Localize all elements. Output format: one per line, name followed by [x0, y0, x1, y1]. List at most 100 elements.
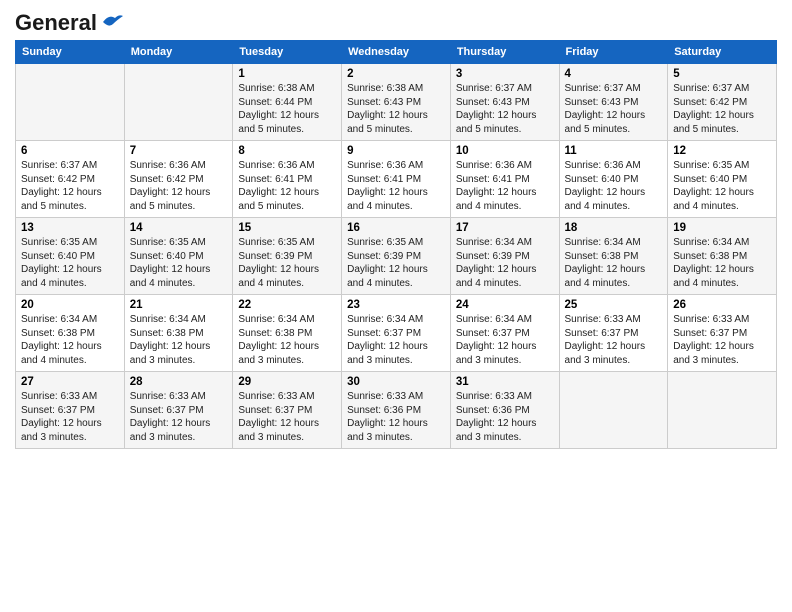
day-number: 17 — [456, 222, 554, 234]
calendar-cell: 1 Sunrise: 6:38 AMSunset: 6:44 PMDaylight… — [233, 64, 342, 141]
calendar-cell: 28 Sunrise: 6:33 AMSunset: 6:37 PMDayligh… — [124, 372, 233, 449]
day-info: Sunrise: 6:34 AMSunset: 6:37 PMDaylight:… — [347, 313, 445, 367]
day-number: 28 — [130, 376, 228, 388]
day-info: Sunrise: 6:33 AMSunset: 6:37 PMDaylight:… — [238, 390, 336, 444]
day-number: 6 — [21, 145, 119, 157]
day-number: 15 — [238, 222, 336, 234]
day-info: Sunrise: 6:35 AMSunset: 6:40 PMDaylight:… — [130, 236, 228, 290]
calendar-cell — [124, 64, 233, 141]
day-number: 22 — [238, 299, 336, 311]
day-number: 7 — [130, 145, 228, 157]
day-number: 14 — [130, 222, 228, 234]
calendar-week-1: 1 Sunrise: 6:38 AMSunset: 6:44 PMDaylight… — [16, 64, 777, 141]
day-info: Sunrise: 6:37 AMSunset: 6:42 PMDaylight:… — [21, 159, 119, 213]
day-number: 30 — [347, 376, 445, 388]
logo-bird-icon — [101, 12, 123, 30]
header: General — [15, 10, 777, 32]
day-info: Sunrise: 6:36 AMSunset: 6:41 PMDaylight:… — [456, 159, 554, 213]
day-info: Sunrise: 6:33 AMSunset: 6:36 PMDaylight:… — [456, 390, 554, 444]
day-info: Sunrise: 6:36 AMSunset: 6:42 PMDaylight:… — [130, 159, 228, 213]
day-number: 12 — [673, 145, 771, 157]
day-info: Sunrise: 6:37 AMSunset: 6:42 PMDaylight:… — [673, 82, 771, 136]
logo-general-text: General — [15, 10, 97, 36]
calendar-cell — [668, 372, 777, 449]
calendar-cell: 11 Sunrise: 6:36 AMSunset: 6:40 PMDayligh… — [559, 141, 668, 218]
calendar-cell: 19Sunrise: 6:34 AMSunset: 6:38 PMDayligh… — [668, 218, 777, 295]
day-number: 11 — [565, 145, 663, 157]
calendar-cell: 14 Sunrise: 6:35 AMSunset: 6:40 PMDayligh… — [124, 218, 233, 295]
day-number: 2 — [347, 68, 445, 80]
day-number: 3 — [456, 68, 554, 80]
day-number: 21 — [130, 299, 228, 311]
day-info: Sunrise: 6:34 AMSunset: 6:38 PMDaylight:… — [673, 236, 771, 290]
day-info: Sunrise: 6:38 AMSunset: 6:44 PMDaylight:… — [238, 82, 336, 136]
col-header-tuesday: Tuesday — [233, 41, 342, 64]
day-number: 4 — [565, 68, 663, 80]
day-info: Sunrise: 6:33 AMSunset: 6:37 PMDaylight:… — [673, 313, 771, 367]
calendar-cell — [16, 64, 125, 141]
calendar-week-2: 6 Sunrise: 6:37 AMSunset: 6:42 PMDaylight… — [16, 141, 777, 218]
calendar-cell: 3Sunrise: 6:37 AMSunset: 6:43 PMDaylight… — [450, 64, 559, 141]
col-header-sunday: Sunday — [16, 41, 125, 64]
day-number: 26 — [673, 299, 771, 311]
day-info: Sunrise: 6:35 AMSunset: 6:40 PMDaylight:… — [673, 159, 771, 213]
col-header-saturday: Saturday — [668, 41, 777, 64]
day-info: Sunrise: 6:33 AMSunset: 6:37 PMDaylight:… — [565, 313, 663, 367]
calendar-cell: 4 Sunrise: 6:37 AMSunset: 6:43 PMDaylight… — [559, 64, 668, 141]
day-info: Sunrise: 6:33 AMSunset: 6:37 PMDaylight:… — [130, 390, 228, 444]
day-info: Sunrise: 6:33 AMSunset: 6:37 PMDaylight:… — [21, 390, 119, 444]
day-number: 31 — [456, 376, 554, 388]
day-info: Sunrise: 6:36 AMSunset: 6:41 PMDaylight:… — [347, 159, 445, 213]
logo-line: General — [15, 10, 123, 36]
day-number: 5 — [673, 68, 771, 80]
day-info: Sunrise: 6:37 AMSunset: 6:43 PMDaylight:… — [565, 82, 663, 136]
calendar-cell: 23Sunrise: 6:34 AMSunset: 6:37 PMDayligh… — [342, 295, 451, 372]
day-number: 27 — [21, 376, 119, 388]
calendar-cell: 17Sunrise: 6:34 AMSunset: 6:39 PMDayligh… — [450, 218, 559, 295]
calendar-cell: 21Sunrise: 6:34 AMSunset: 6:38 PMDayligh… — [124, 295, 233, 372]
day-number: 18 — [565, 222, 663, 234]
calendar-cell: 5 Sunrise: 6:37 AMSunset: 6:42 PMDaylight… — [668, 64, 777, 141]
logo: General — [15, 10, 123, 32]
day-info: Sunrise: 6:33 AMSunset: 6:36 PMDaylight:… — [347, 390, 445, 444]
day-info: Sunrise: 6:36 AMSunset: 6:41 PMDaylight:… — [238, 159, 336, 213]
calendar-cell: 13Sunrise: 6:35 AMSunset: 6:40 PMDayligh… — [16, 218, 125, 295]
day-info: Sunrise: 6:34 AMSunset: 6:37 PMDaylight:… — [456, 313, 554, 367]
day-info: Sunrise: 6:34 AMSunset: 6:38 PMDaylight:… — [238, 313, 336, 367]
day-info: Sunrise: 6:34 AMSunset: 6:38 PMDaylight:… — [565, 236, 663, 290]
calendar-cell: 7 Sunrise: 6:36 AMSunset: 6:42 PMDaylight… — [124, 141, 233, 218]
day-info: Sunrise: 6:38 AMSunset: 6:43 PMDaylight:… — [347, 82, 445, 136]
day-info: Sunrise: 6:34 AMSunset: 6:38 PMDaylight:… — [21, 313, 119, 367]
day-number: 1 — [238, 68, 336, 80]
calendar-week-4: 20 Sunrise: 6:34 AMSunset: 6:38 PMDayligh… — [16, 295, 777, 372]
day-number: 9 — [347, 145, 445, 157]
calendar-cell: 12 Sunrise: 6:35 AMSunset: 6:40 PMDayligh… — [668, 141, 777, 218]
calendar-cell: 20 Sunrise: 6:34 AMSunset: 6:38 PMDayligh… — [16, 295, 125, 372]
day-info: Sunrise: 6:36 AMSunset: 6:40 PMDaylight:… — [565, 159, 663, 213]
day-number: 20 — [21, 299, 119, 311]
calendar-cell: 30 Sunrise: 6:33 AMSunset: 6:36 PMDayligh… — [342, 372, 451, 449]
calendar-cell: 31 Sunrise: 6:33 AMSunset: 6:36 PMDayligh… — [450, 372, 559, 449]
col-header-thursday: Thursday — [450, 41, 559, 64]
calendar-cell — [559, 372, 668, 449]
calendar-cell: 18 Sunrise: 6:34 AMSunset: 6:38 PMDayligh… — [559, 218, 668, 295]
calendar-cell: 24Sunrise: 6:34 AMSunset: 6:37 PMDayligh… — [450, 295, 559, 372]
col-header-friday: Friday — [559, 41, 668, 64]
calendar-cell: 27 Sunrise: 6:33 AMSunset: 6:37 PMDayligh… — [16, 372, 125, 449]
calendar-cell: 25Sunrise: 6:33 AMSunset: 6:37 PMDayligh… — [559, 295, 668, 372]
calendar-cell: 2 Sunrise: 6:38 AMSunset: 6:43 PMDaylight… — [342, 64, 451, 141]
calendar-week-3: 13Sunrise: 6:35 AMSunset: 6:40 PMDayligh… — [16, 218, 777, 295]
day-info: Sunrise: 6:35 AMSunset: 6:39 PMDaylight:… — [238, 236, 336, 290]
day-number: 16 — [347, 222, 445, 234]
page: General SundayMondayTuesdayWednesdayThur… — [0, 0, 792, 612]
calendar-table: SundayMondayTuesdayWednesdayThursdayFrid… — [15, 40, 777, 449]
calendar-header-row: SundayMondayTuesdayWednesdayThursdayFrid… — [16, 41, 777, 64]
day-info: Sunrise: 6:35 AMSunset: 6:40 PMDaylight:… — [21, 236, 119, 290]
calendar-week-5: 27 Sunrise: 6:33 AMSunset: 6:37 PMDayligh… — [16, 372, 777, 449]
day-number: 29 — [238, 376, 336, 388]
calendar-cell: 22 Sunrise: 6:34 AMSunset: 6:38 PMDayligh… — [233, 295, 342, 372]
calendar-cell: 26 Sunrise: 6:33 AMSunset: 6:37 PMDayligh… — [668, 295, 777, 372]
calendar-cell: 8 Sunrise: 6:36 AMSunset: 6:41 PMDaylight… — [233, 141, 342, 218]
calendar-cell: 9 Sunrise: 6:36 AMSunset: 6:41 PMDaylight… — [342, 141, 451, 218]
day-number: 8 — [238, 145, 336, 157]
